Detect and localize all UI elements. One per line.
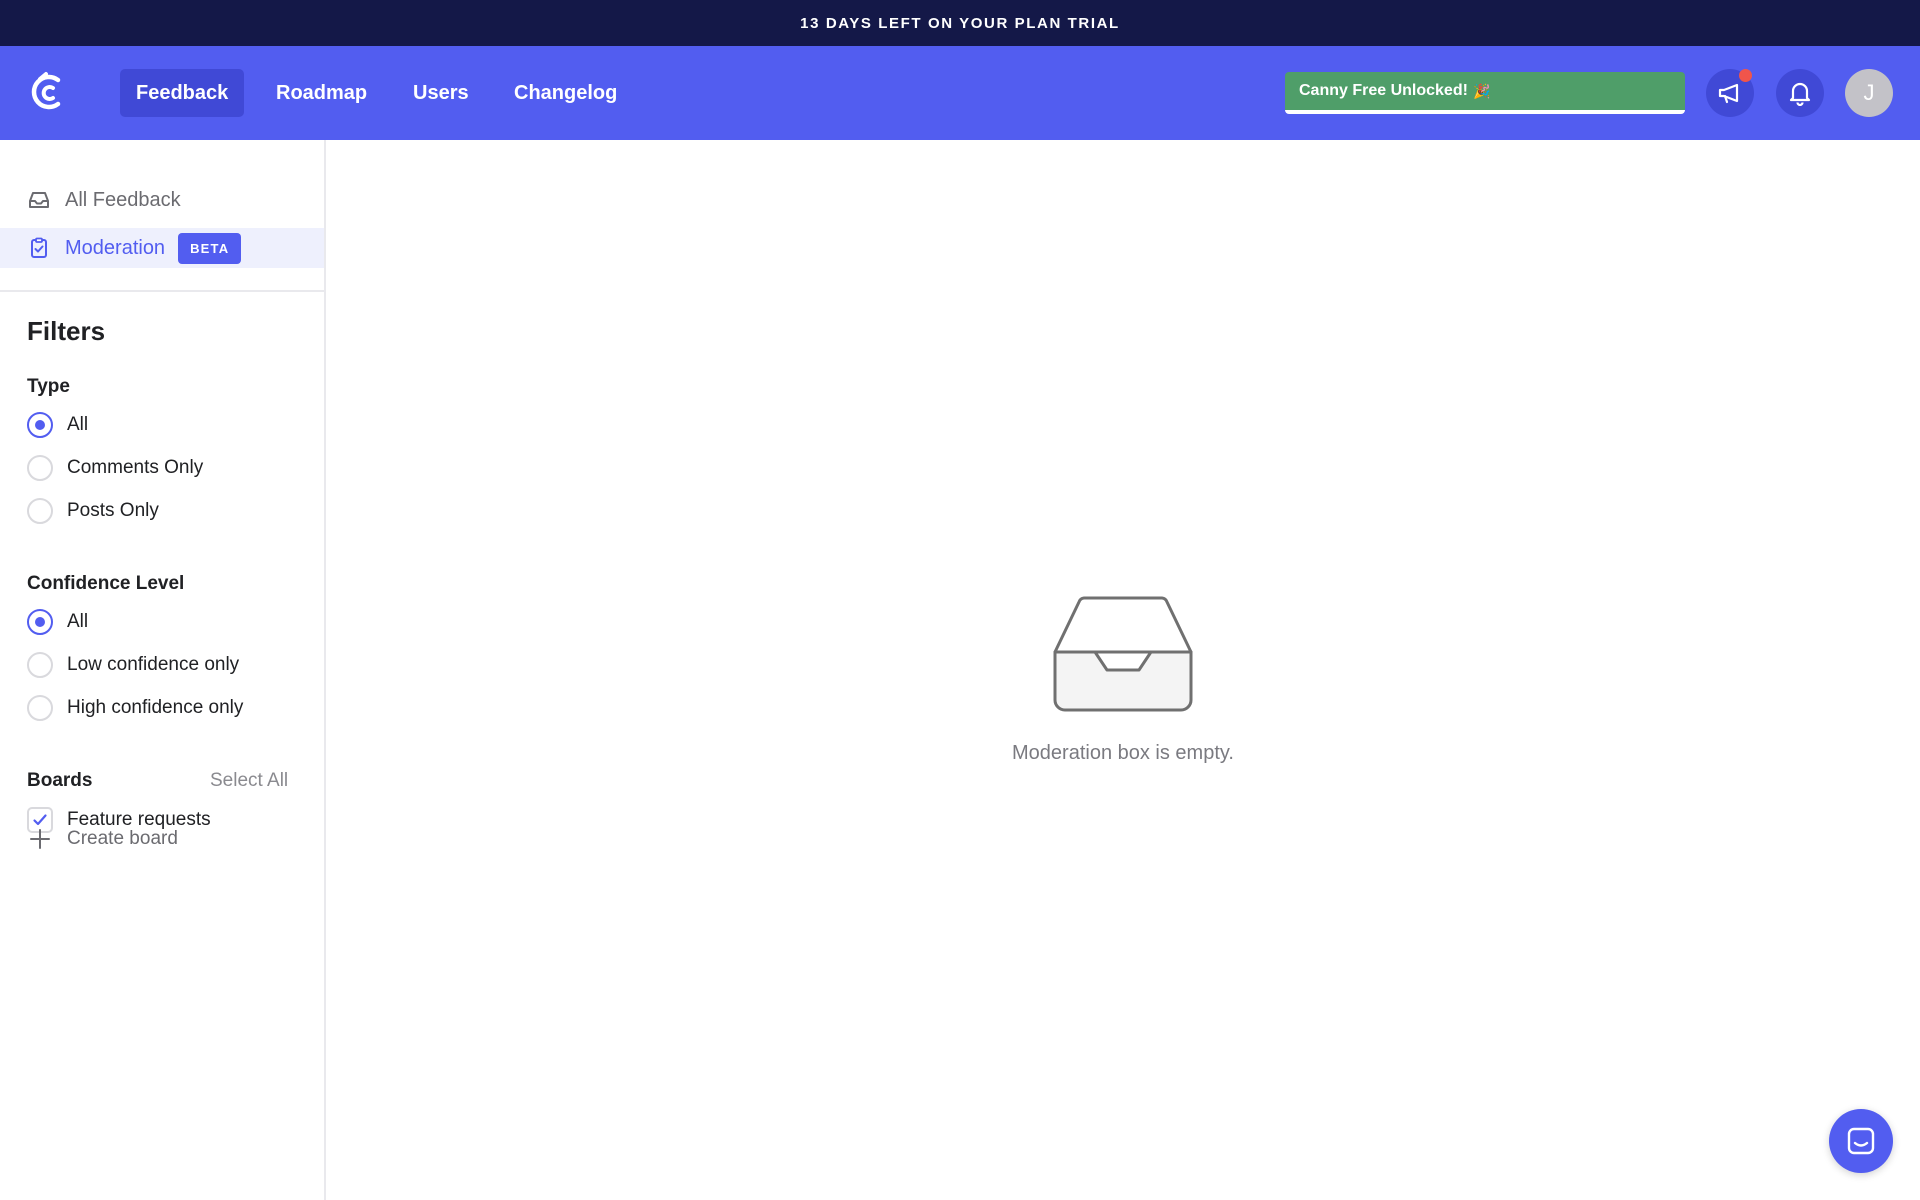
chat-launcher-button[interactable] [1829,1109,1893,1173]
type-option-comments-only[interactable]: Comments Only [27,453,203,483]
sidebar-item-moderation[interactable]: Moderation BETA [0,228,324,268]
radio-label: All [67,414,89,435]
announcements-button[interactable] [1706,69,1754,117]
trial-banner-text: 13 DAYS LEFT ON YOUR PLAN TRIAL [800,14,1120,32]
confidence-filter-heading: Confidence Level [27,573,185,594]
notifications-button[interactable] [1776,69,1824,117]
radio-label: Posts Only [67,500,159,521]
plus-icon [27,828,53,850]
type-filter-heading: Type [27,376,70,397]
radio-label: Comments Only [67,457,204,478]
sidebar-item-label: All Feedback [65,188,181,211]
megaphone-icon [1718,83,1739,104]
radio-button[interactable] [27,498,53,524]
confidence-option-low[interactable]: Low confidence only [27,650,239,680]
filters-heading: Filters [27,316,106,346]
radio-button[interactable] [27,652,53,678]
create-board-button[interactable]: Create board [27,824,178,854]
inbox-icon [27,188,51,212]
radio-label: High confidence only [67,697,244,718]
radio-label: Low confidence only [67,654,240,675]
beta-badge: BETA [178,232,242,264]
chat-icon [1847,1127,1875,1155]
sidebar-divider [0,290,324,292]
bell-icon [1789,82,1811,106]
top-header: Feedback Roadmap Users Changelog Canny F… [0,46,1920,140]
radio-button-checked[interactable] [27,412,53,438]
boards-filter-heading: Boards [27,770,93,791]
confidence-option-high[interactable]: High confidence only [27,693,243,723]
type-option-all[interactable]: All [27,410,88,440]
confidence-option-all[interactable]: All [27,607,88,637]
sidebar-item-label: Moderation [65,236,166,259]
canny-logo-icon[interactable] [26,70,70,114]
promo-label: Canny Free Unlocked! [1299,82,1468,99]
empty-state-message: Moderation box is empty. [1012,742,1234,764]
radio-button[interactable] [27,695,53,721]
radio-button-checked[interactable] [27,609,53,635]
nav-users[interactable]: Users [397,69,485,117]
select-all-boards-link[interactable]: Select All [210,770,288,792]
radio-label: All [67,611,89,632]
canny-free-unlocked-button[interactable]: Canny Free Unlocked! 🎉 [1285,72,1685,114]
notification-dot [1739,69,1752,82]
main-content: Moderation box is empty. [326,140,1920,1200]
create-board-label: Create board [67,828,178,849]
party-popper-icon: 🎉 [1472,82,1491,99]
clipboard-check-icon [27,236,51,260]
nav-feedback[interactable]: Feedback [120,69,245,117]
sidebar: All Feedback Moderation BETA Filters Typ… [0,140,326,1200]
type-option-posts-only[interactable]: Posts Only [27,496,159,526]
radio-button[interactable] [27,455,53,481]
empty-inbox-icon [1053,596,1193,712]
trial-banner: 13 DAYS LEFT ON YOUR PLAN TRIAL [0,0,1920,46]
sidebar-item-all-feedback[interactable]: All Feedback [0,180,324,220]
nav-changelog[interactable]: Changelog [498,69,633,117]
user-avatar[interactable]: J [1845,69,1893,117]
nav-roadmap[interactable]: Roadmap [260,69,383,117]
